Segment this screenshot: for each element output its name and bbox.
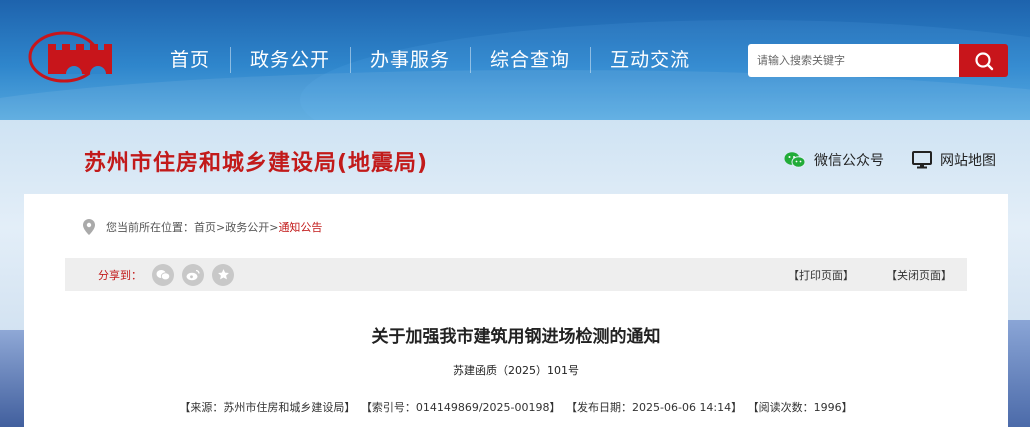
print-page-link[interactable]: 【打印页面】 bbox=[788, 267, 854, 283]
breadcrumb-government-affairs[interactable]: 政务公开 bbox=[225, 219, 269, 235]
wechat-account-link[interactable]: 微信公众号 bbox=[784, 150, 884, 170]
meta-index-number: 【索引号：014149869/2025-00198】 bbox=[360, 401, 561, 414]
search-button[interactable] bbox=[959, 44, 1008, 77]
wechat-icon bbox=[784, 152, 806, 168]
share-toolbar: 分享到： 【打印页面】 【关闭页面】 bbox=[65, 258, 967, 291]
wechat-icon bbox=[156, 269, 170, 280]
site-title: 苏州市住房和城乡建设局(地震局) bbox=[84, 151, 429, 176]
main-nav: 首页 政务公开 办事服务 综合查询 互动交流 bbox=[150, 40, 710, 80]
nav-item-query[interactable]: 综合查询 bbox=[470, 45, 590, 75]
article-meta: 【来源：苏州市住房和城乡建设局】 【索引号：014149869/2025-001… bbox=[24, 399, 1008, 415]
weibo-icon bbox=[186, 269, 200, 280]
search-input[interactable] bbox=[748, 44, 960, 77]
breadcrumb-home[interactable]: 首页 bbox=[194, 219, 216, 235]
content-panel: 您当前所在位置： 首页 > 政务公开 > 通知公告 分享到： 【打印页面】 【关… bbox=[24, 194, 1008, 427]
article-title: 关于加强我市建筑用钢进场检测的通知 bbox=[371, 327, 661, 347]
site-logo[interactable] bbox=[26, 30, 130, 84]
breadcrumb: 您当前所在位置： 首页 > 政务公开 > 通知公告 bbox=[82, 218, 322, 236]
city-skyline-decoration bbox=[1008, 320, 1030, 427]
meta-source: 【来源：苏州市住房和城乡建设局】 bbox=[179, 401, 356, 414]
close-page-link[interactable]: 【关闭页面】 bbox=[886, 267, 952, 283]
meta-publish-date: 【发布日期：2025-06-06 14:14】 bbox=[566, 401, 743, 414]
meta-view-count: 【阅读次数：1996】 bbox=[747, 401, 853, 414]
breadcrumb-separator: > bbox=[216, 220, 226, 234]
nav-item-home[interactable]: 首页 bbox=[150, 45, 230, 75]
share-favorite-button[interactable] bbox=[212, 263, 234, 286]
nav-item-services[interactable]: 办事服务 bbox=[350, 45, 470, 75]
wechat-account-label: 微信公众号 bbox=[814, 153, 884, 169]
sitemap-link[interactable]: 网站地图 bbox=[912, 150, 996, 170]
share-wechat-button[interactable] bbox=[152, 263, 174, 286]
breadcrumb-separator: > bbox=[269, 220, 279, 234]
share-label: 分享到： bbox=[98, 268, 142, 282]
search-box bbox=[748, 44, 1008, 77]
top-navigation: 首页 政务公开 办事服务 综合查询 互动交流 bbox=[0, 0, 1030, 120]
star-icon bbox=[217, 269, 229, 280]
nav-item-government-affairs[interactable]: 政务公开 bbox=[230, 45, 350, 75]
nav-item-interaction[interactable]: 互动交流 bbox=[590, 45, 710, 75]
location-pin-icon bbox=[83, 219, 95, 235]
breadcrumb-prefix: 您当前所在位置： bbox=[106, 221, 194, 234]
document-number: 苏建函质（2025）101号 bbox=[453, 364, 579, 377]
monitor-icon bbox=[912, 151, 932, 169]
breadcrumb-notices[interactable]: 通知公告 bbox=[278, 219, 322, 235]
sitemap-label: 网站地图 bbox=[940, 153, 996, 169]
search-icon bbox=[974, 51, 993, 70]
share-weibo-button[interactable] bbox=[182, 263, 204, 286]
